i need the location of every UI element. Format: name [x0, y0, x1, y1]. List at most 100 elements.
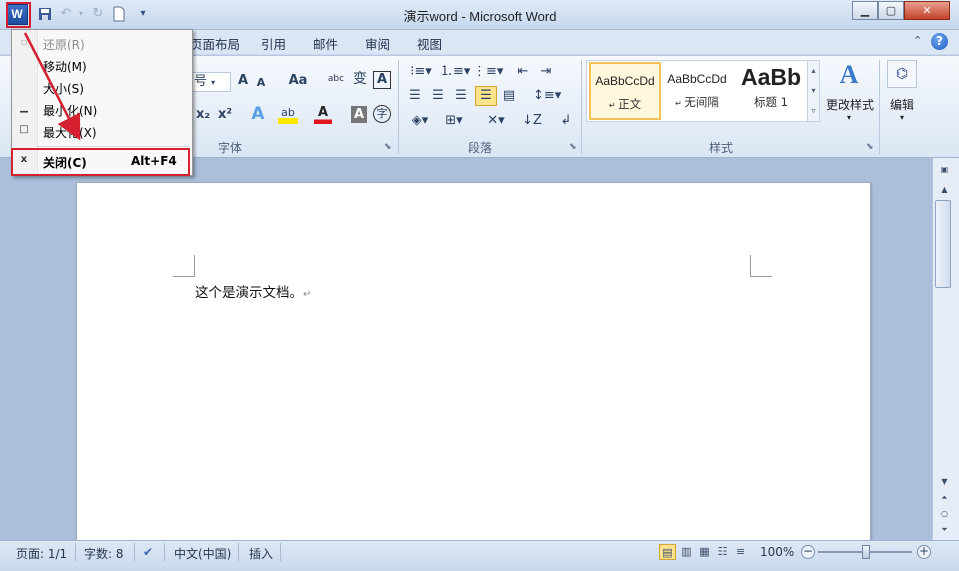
- scroll-up-icon[interactable]: ▲: [936, 183, 953, 197]
- style-name: 标题 1: [754, 95, 788, 109]
- highlight-icon[interactable]: ab: [278, 104, 298, 124]
- web-layout-view-icon[interactable]: ▦: [696, 544, 713, 560]
- chevron-down-icon: ▾: [899, 113, 904, 122]
- style-name: 无间隔: [684, 95, 719, 109]
- character-border-icon[interactable]: A: [373, 71, 391, 89]
- decrease-indent-icon[interactable]: ⇤: [514, 63, 532, 83]
- phonetic-guide-icon[interactable]: 变: [350, 70, 370, 90]
- status-separator: [238, 543, 239, 561]
- grow-font-icon[interactable]: A: [235, 72, 251, 92]
- justify-icon[interactable]: ☰: [475, 86, 497, 106]
- style-heading-1[interactable]: AaBb 标题 1: [735, 62, 807, 120]
- tab-page-layout[interactable]: 页面布局: [190, 34, 240, 53]
- document-page[interactable]: [76, 182, 871, 542]
- menu-item-restore[interactable]: 还原(R): [43, 36, 85, 53]
- multilevel-list-icon[interactable]: ⋮≡▾: [473, 63, 503, 83]
- group-separator: [581, 60, 582, 154]
- bullets-icon[interactable]: ⁝≡▾: [407, 63, 435, 83]
- group-separator: [879, 60, 880, 154]
- align-center-icon[interactable]: ☰: [429, 87, 447, 107]
- menu-item-maximize[interactable]: 最大化(X): [43, 124, 97, 141]
- distributed-icon[interactable]: ▤: [500, 87, 518, 107]
- align-right-icon[interactable]: ☰: [452, 87, 470, 107]
- group-separator: [398, 60, 399, 154]
- page-count[interactable]: 页面: 1/1: [16, 545, 67, 562]
- gallery-scroll[interactable]: ▴ ▾ ▿: [807, 60, 820, 122]
- font-size-combo[interactable]: 号 ▾: [191, 72, 231, 92]
- show-marks-icon[interactable]: ↲: [558, 112, 574, 132]
- zoom-out-button[interactable]: −: [801, 545, 815, 559]
- reading-view-icon[interactable]: ▥: [678, 544, 695, 560]
- highlight-box-app-icon: [6, 2, 31, 28]
- tab-review[interactable]: 审阅: [365, 34, 390, 53]
- enclose-char-icon[interactable]: 字: [373, 105, 391, 123]
- numbering-icon[interactable]: ⒈≡▾: [440, 63, 470, 83]
- scroll-down-icon[interactable]: ▼: [936, 475, 953, 489]
- minimize-button[interactable]: ▁: [852, 1, 878, 20]
- menu-item-minimize[interactable]: 最小化(N): [43, 102, 97, 119]
- text-effects-icon[interactable]: A: [249, 105, 267, 125]
- tab-mailings[interactable]: 邮件: [313, 34, 338, 53]
- shading-icon[interactable]: ◈▾: [406, 112, 434, 132]
- change-styles-button[interactable]: A 更改样式 ▾: [826, 60, 874, 134]
- undo-dropdown-icon[interactable]: ▾: [73, 6, 89, 22]
- outline-view-icon[interactable]: ☷: [714, 544, 731, 560]
- insert-mode[interactable]: 插入: [249, 545, 273, 562]
- align-left-icon[interactable]: ☰: [406, 87, 424, 107]
- sort-icon[interactable]: ↓Z: [522, 112, 542, 132]
- menu-item-size[interactable]: 大小(S): [43, 80, 84, 97]
- next-page-icon[interactable]: ⏷: [936, 523, 953, 537]
- chinese-layout-icon[interactable]: ✕▾: [482, 112, 510, 132]
- style-normal[interactable]: AaBbCcDd ↵ 正文: [589, 62, 661, 120]
- status-separator: [134, 543, 135, 561]
- menu-item-move[interactable]: 移动(M): [43, 58, 87, 75]
- tab-references[interactable]: 引用: [261, 34, 286, 53]
- superscript-icon[interactable]: x²: [217, 106, 233, 126]
- previous-page-icon[interactable]: ⏶: [936, 491, 953, 505]
- font-group-label: 字体: [218, 141, 243, 155]
- increase-indent-icon[interactable]: ⇥: [537, 63, 555, 83]
- language-status[interactable]: 中文(中国): [174, 545, 231, 562]
- document-body-text: 这个是演示文档。: [195, 285, 303, 301]
- font-dialog-launcher-icon[interactable]: ⬊: [384, 142, 392, 152]
- help-icon[interactable]: ?: [931, 33, 948, 50]
- styles-group-label: 样式: [709, 141, 734, 155]
- zoom-level[interactable]: 100%: [760, 545, 794, 559]
- new-doc-icon[interactable]: [111, 6, 127, 22]
- paragraph-dialog-launcher-icon[interactable]: ⬊: [569, 142, 577, 152]
- proofing-icon[interactable]: ✔: [143, 545, 153, 559]
- collapse-ribbon-icon[interactable]: ⌃: [913, 34, 922, 47]
- style-no-spacing[interactable]: AaBbCcDd ↵ 无间隔: [661, 62, 733, 120]
- status-separator: [164, 543, 165, 561]
- save-icon[interactable]: [37, 6, 53, 22]
- document-text[interactable]: 这个是演示文档。↵: [195, 281, 311, 301]
- redo-icon[interactable]: ↻: [90, 6, 106, 22]
- chevron-down-icon: ▾: [846, 113, 851, 122]
- zoom-slider-knob[interactable]: [862, 545, 870, 559]
- subscript-icon[interactable]: x₂: [195, 106, 211, 126]
- close-window-button[interactable]: ✕: [904, 1, 950, 20]
- font-color-icon[interactable]: A: [314, 104, 332, 124]
- line-spacing-icon[interactable]: ↕≡▾: [533, 87, 561, 107]
- shrink-font-icon[interactable]: A: [254, 74, 268, 94]
- binoculars-icon: ⌬: [887, 60, 917, 88]
- print-layout-view-icon[interactable]: ▤: [659, 544, 676, 560]
- draft-view-icon[interactable]: ≡: [732, 544, 749, 560]
- maximize-button[interactable]: ▢: [878, 1, 904, 20]
- zoom-in-button[interactable]: +: [917, 545, 931, 559]
- styles-dialog-launcher-icon[interactable]: ⬊: [866, 142, 874, 152]
- editing-label: 编辑: [889, 98, 914, 112]
- editing-button[interactable]: ⌬ 编辑 ▾: [886, 60, 918, 130]
- clear-format-icon[interactable]: abc: [326, 70, 346, 90]
- char-shading-icon[interactable]: A: [351, 106, 367, 123]
- browse-object-icon[interactable]: ○: [936, 507, 953, 521]
- scroll-thumb[interactable]: [935, 200, 951, 288]
- ruler-toggle-icon[interactable]: ▣: [936, 163, 953, 177]
- undo-icon[interactable]: ↶: [58, 6, 74, 22]
- tab-view[interactable]: 视图: [417, 34, 442, 53]
- customize-quick-access-icon[interactable]: ▾: [135, 6, 151, 22]
- change-case-icon[interactable]: Aa: [286, 72, 310, 92]
- word-count[interactable]: 字数: 8: [84, 545, 124, 562]
- borders-icon[interactable]: ⊞▾: [440, 112, 468, 132]
- font-size-value: 号: [194, 74, 208, 89]
